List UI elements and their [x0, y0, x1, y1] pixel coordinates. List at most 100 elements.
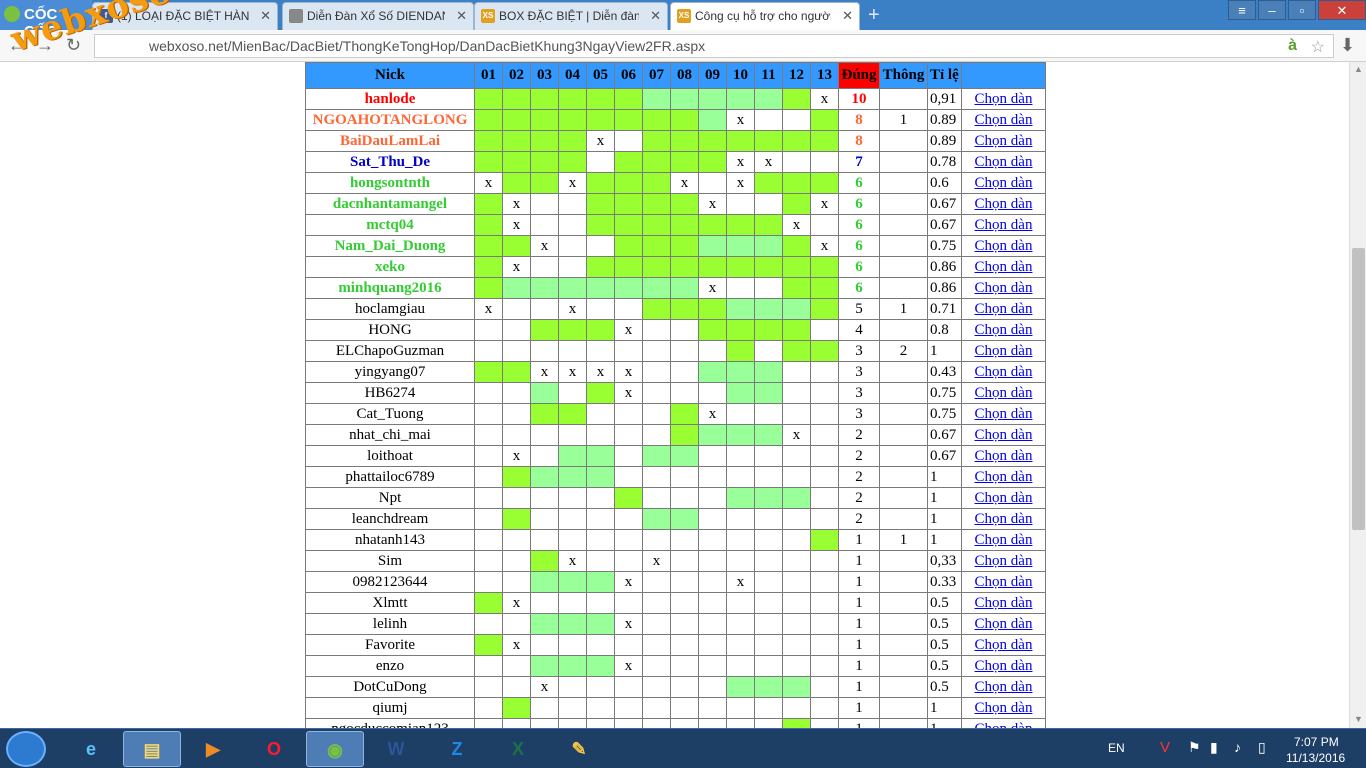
flag-tray-icon[interactable]: ⚑ [1188, 739, 1201, 756]
chon-dan-link[interactable]: Chọn dàn [975, 343, 1033, 359]
day-cell [754, 613, 783, 635]
chon-dan-link[interactable]: Chọn dàn [975, 469, 1033, 485]
chon-dan-link[interactable]: Chọn dàn [975, 175, 1033, 191]
day-cell [782, 277, 811, 299]
chon-dan-link[interactable]: Chọn dàn [975, 280, 1033, 296]
day-cell [474, 277, 503, 299]
chon-dan-link[interactable]: Chọn dàn [975, 679, 1033, 695]
browser-tab[interactable]: Diễn Đàn Xổ Số DIENDAN ✕ [282, 2, 474, 30]
chon-dan-link[interactable]: Chọn dàn [975, 217, 1033, 233]
close-tab-icon[interactable]: ✕ [456, 8, 467, 24]
chon-dan-link[interactable]: Chọn dàn [975, 637, 1033, 653]
chon-dan-link[interactable]: Chọn dàn [975, 196, 1033, 212]
word-icon[interactable]: W [367, 731, 425, 767]
clock-time[interactable]: 7:07 PM [1294, 735, 1339, 749]
chon-dan-link[interactable]: Chọn dàn [975, 721, 1033, 729]
paint-icon[interactable]: ✎ [550, 731, 608, 767]
menu-icon[interactable]: ≡ [1228, 0, 1256, 20]
chon-dan-link[interactable]: Chọn dàn [975, 238, 1033, 254]
scroll-thumb[interactable] [1352, 248, 1365, 530]
day-cell [670, 466, 699, 488]
antivirus-tray-icon[interactable]: V [1160, 739, 1170, 756]
day-cell [754, 676, 783, 698]
translate-icon[interactable]: à [1288, 37, 1297, 55]
chon-dan-link[interactable]: Chọn dàn [975, 616, 1033, 632]
download-icon[interactable]: ⬇ [1340, 35, 1355, 56]
close-window-icon[interactable]: ✕ [1318, 0, 1366, 20]
day-cell [474, 508, 503, 530]
day-cell [558, 403, 587, 425]
explorer-icon[interactable]: ▤ [123, 731, 181, 767]
scroll-down-icon[interactable]: ▼ [1350, 714, 1366, 724]
table-row: xeko x 6 0.86 Chọn dàn [305, 256, 1046, 278]
day-cell [810, 130, 839, 152]
chon-dan-link[interactable]: Chọn dàn [975, 133, 1033, 149]
day-cell [698, 697, 727, 719]
chon-dan-link[interactable]: Chọn dàn [975, 700, 1033, 716]
start-button[interactable] [6, 731, 46, 767]
day-cell [586, 550, 615, 572]
day-cell [642, 592, 671, 614]
new-tab-icon[interactable]: + [868, 4, 880, 27]
chon-dan-link[interactable]: Chọn dàn [975, 427, 1033, 443]
zalo-icon[interactable]: Z [428, 731, 486, 767]
chon-dan-link[interactable]: Chọn dàn [975, 322, 1033, 338]
browser-tab[interactable]: XS BOX ĐẶC BIỆT | Diễn đàn x ✕ [474, 2, 668, 30]
opera-icon[interactable]: O [245, 731, 303, 767]
day-cell [614, 487, 643, 509]
chon-dan-link[interactable]: Chọn dàn [975, 511, 1033, 527]
chon-dan-link[interactable]: Chọn dàn [975, 385, 1033, 401]
tile-cell: 0.89 [927, 130, 962, 152]
day-cell [474, 655, 503, 677]
day-cell [586, 88, 615, 110]
day-cell [614, 718, 643, 728]
day-cell [558, 508, 587, 530]
close-tab-icon[interactable]: ✕ [842, 8, 853, 24]
day-cell [530, 340, 559, 362]
chon-dan-link[interactable]: Chọn dàn [975, 448, 1033, 464]
chon-dan-link[interactable]: Chọn dàn [975, 364, 1033, 380]
dung-cell: 1 [838, 571, 880, 593]
day-cell [586, 298, 615, 320]
bookmark-star-icon[interactable]: ☆ [1311, 37, 1325, 57]
day-cell [642, 88, 671, 110]
volume-tray-icon[interactable]: ♪ [1234, 739, 1241, 755]
battery-tray-icon[interactable]: ▯ [1258, 739, 1266, 756]
chon-dan-link[interactable]: Chọn dàn [975, 490, 1033, 506]
chon-dan-link[interactable]: Chọn dàn [975, 301, 1033, 317]
close-tab-icon[interactable]: ✕ [260, 8, 271, 24]
chon-dan-link[interactable]: Chọn dàn [975, 91, 1033, 107]
chon-dan-link[interactable]: Chọn dàn [975, 112, 1033, 128]
table-header-row: Nick 01 02 03 04 05 06 07 08 09 10 11 12 13 Đúng Thông T… [305, 62, 1046, 89]
day-cell [558, 424, 587, 446]
chon-dan-cell: Chọn dàn [961, 298, 1046, 320]
coccoc-icon[interactable]: ◉ [306, 731, 364, 767]
minimize-icon[interactable]: – [1258, 0, 1286, 20]
excel-icon[interactable]: X [489, 731, 547, 767]
scroll-up-icon[interactable]: ▲ [1350, 64, 1366, 74]
network-tray-icon[interactable]: ▮ [1210, 739, 1218, 756]
day-cell [558, 382, 587, 404]
media-icon[interactable]: ▶ [184, 731, 242, 767]
maximize-icon[interactable]: ▫ [1288, 0, 1316, 20]
chon-dan-link[interactable]: Chọn dàn [975, 259, 1033, 275]
address-bar[interactable]: webxoso.net/MienBac/DacBiet/ThongKeTongH… [94, 34, 1334, 58]
day-cell [782, 172, 811, 194]
chon-dan-link[interactable]: Chọn dàn [975, 553, 1033, 569]
chon-dan-link[interactable]: Chọn dàn [975, 406, 1033, 422]
chon-dan-cell: Chọn dàn [961, 214, 1046, 236]
ie-icon[interactable]: e [62, 731, 120, 767]
close-tab-icon[interactable]: ✕ [650, 8, 661, 24]
chon-dan-link[interactable]: Chọn dàn [975, 532, 1033, 548]
vertical-scrollbar[interactable]: ▲ ▼ [1349, 62, 1366, 728]
thong-cell [879, 592, 928, 614]
language-indicator[interactable]: EN [1108, 741, 1125, 755]
browser-tab[interactable]: XS Công cụ hỗ trợ cho người ✕ [670, 2, 860, 30]
chon-dan-link[interactable]: Chọn dàn [975, 595, 1033, 611]
day-cell [754, 571, 783, 593]
day-cell [698, 361, 727, 383]
clock-date[interactable]: 11/13/2016 [1286, 751, 1345, 765]
chon-dan-link[interactable]: Chọn dàn [975, 658, 1033, 674]
chon-dan-link[interactable]: Chọn dàn [975, 574, 1033, 590]
chon-dan-link[interactable]: Chọn dàn [975, 154, 1033, 170]
